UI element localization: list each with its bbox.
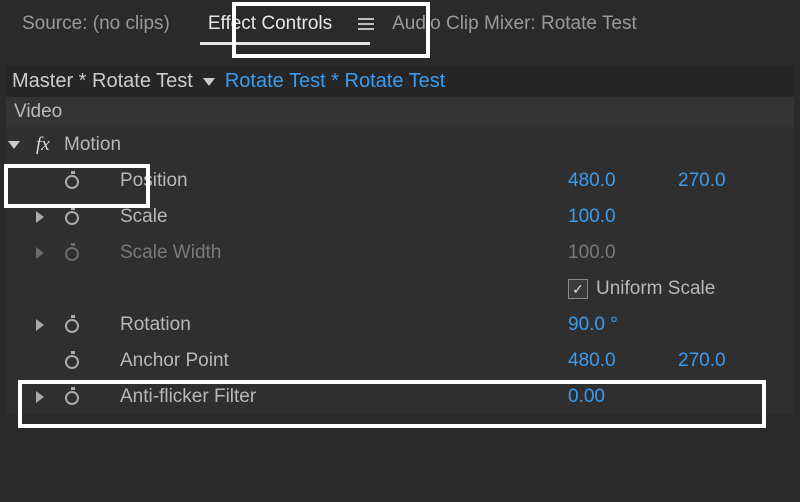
- chevron-right-icon[interactable]: [36, 391, 44, 403]
- chevron-right-icon[interactable]: [36, 211, 44, 223]
- position-x-value[interactable]: 480.0: [568, 170, 678, 192]
- scale-value[interactable]: 100.0: [568, 206, 678, 228]
- property-anchor-point: Anchor Point 480.0 270.0: [6, 343, 794, 379]
- master-clip-label: Master * Rotate Test: [12, 70, 193, 93]
- panel-menu-icon[interactable]: [358, 18, 374, 30]
- property-anti-flicker: Anti-flicker Filter 0.00: [6, 379, 794, 415]
- clip-path-row: Master * Rotate Test Rotate Test * Rotat…: [6, 66, 794, 97]
- tab-effect-controls-label: Effect Controls: [196, 7, 352, 41]
- stopwatch-icon[interactable]: [64, 388, 82, 406]
- anchor-x-value[interactable]: 480.0: [568, 350, 678, 372]
- property-position: Position 480.0 270.0: [6, 163, 794, 199]
- property-rotation-label: Rotation: [120, 314, 568, 336]
- property-scale-width-label: Scale Width: [120, 242, 568, 264]
- stopwatch-icon[interactable]: [64, 316, 82, 334]
- section-video-header: Video: [6, 97, 794, 127]
- property-scale: Scale 100.0: [6, 199, 794, 235]
- anchor-y-value[interactable]: 270.0: [678, 350, 788, 372]
- property-uniform-scale: ✓ Uniform Scale: [6, 271, 794, 307]
- position-y-value[interactable]: 270.0: [678, 170, 788, 192]
- effect-motion-header[interactable]: fx Motion: [6, 127, 794, 163]
- anti-flicker-value[interactable]: 0.00: [568, 386, 678, 408]
- stopwatch-icon[interactable]: [64, 352, 82, 370]
- effect-motion-label: Motion: [64, 134, 568, 156]
- property-scale-width: Scale Width 100.0: [6, 235, 794, 271]
- uniform-scale-checkbox[interactable]: ✓: [568, 279, 588, 299]
- property-list: fx Motion Position 480.0 270.0 Scale 100…: [6, 127, 794, 415]
- property-position-label: Position: [120, 170, 568, 192]
- chevron-right-icon: [36, 247, 44, 259]
- scale-width-value: 100.0: [568, 242, 678, 264]
- effect-controls-panel: Source: (no clips) Effect Controls Audio…: [0, 0, 800, 502]
- tab-effect-controls[interactable]: Effect Controls: [196, 7, 374, 41]
- stopwatch-icon: [64, 244, 82, 262]
- tab-source-label: Source: (no clips): [10, 7, 190, 41]
- stopwatch-icon[interactable]: [64, 208, 82, 226]
- chevron-down-icon[interactable]: [8, 141, 20, 149]
- property-anti-flicker-label: Anti-flicker Filter: [120, 386, 568, 408]
- stopwatch-icon[interactable]: [64, 172, 82, 190]
- instance-clip-label[interactable]: Rotate Test * Rotate Test: [225, 70, 446, 93]
- property-anchor-point-label: Anchor Point: [120, 350, 568, 372]
- fx-icon[interactable]: fx: [36, 134, 50, 156]
- tab-audio-mixer[interactable]: Audio Clip Mixer: Rotate Test: [380, 7, 657, 41]
- property-scale-label: Scale: [120, 206, 568, 228]
- tab-audio-mixer-label: Audio Clip Mixer: Rotate Test: [380, 7, 657, 41]
- chevron-right-icon[interactable]: [36, 319, 44, 331]
- uniform-scale-label: Uniform Scale: [596, 278, 715, 300]
- rotation-value[interactable]: 90.0 °: [568, 314, 678, 336]
- tab-source[interactable]: Source: (no clips): [10, 7, 190, 41]
- chevron-down-icon[interactable]: [203, 78, 215, 86]
- panel-tabbar: Source: (no clips) Effect Controls Audio…: [6, 6, 794, 42]
- property-rotation: Rotation 90.0 °: [6, 307, 794, 343]
